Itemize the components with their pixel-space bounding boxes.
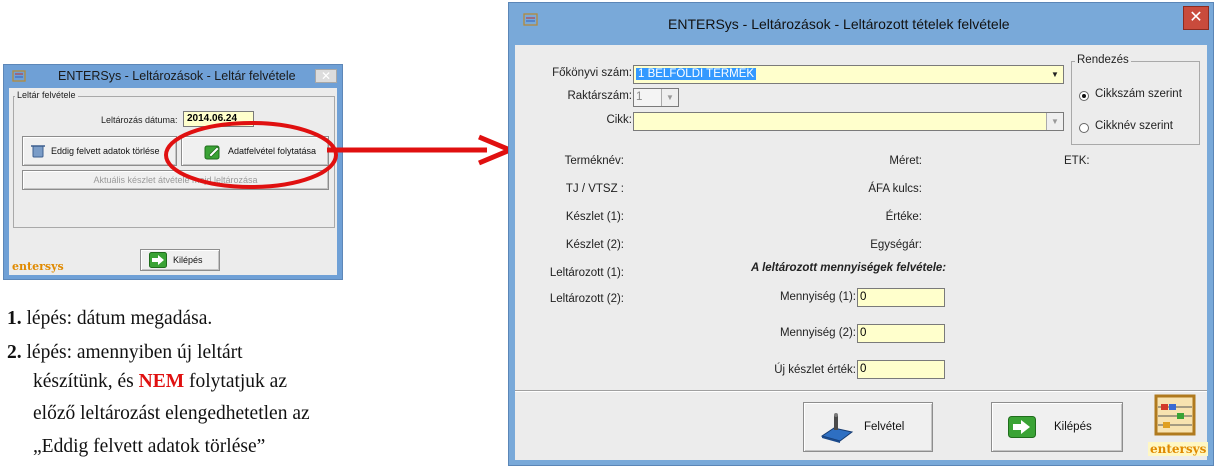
step-1-text: lépés: dátum megadása. [26,308,213,329]
window-client: Leltár felvétele Leltározás dátuma: 2014… [9,88,337,275]
arrow-right-icon [149,252,167,268]
info-keszlet1-label: Készlet (1): [565,211,624,223]
date-field[interactable]: 2014.06.24 [183,111,254,127]
step-2: 2. lépés: amennyiben új leltárt [7,339,243,367]
date-label: Leltározás dátuma: [101,115,178,125]
red-arrow-head [478,134,517,166]
chevron-down-icon[interactable]: ▼ [1047,66,1063,83]
sort-group-label: Rendezés [1075,54,1131,66]
step-2-number: 2. [7,342,22,363]
continue-button[interactable]: Adatfelvétel folytatása [181,136,329,166]
close-button[interactable]: ✕ [315,69,337,83]
cikk-select[interactable]: ▼ [633,112,1064,131]
group-label: Leltár felvétele [15,90,78,100]
exit-label: Kilépés [173,255,203,265]
entry-heading: A leltározott mennyiségek felvétele: [751,262,947,274]
step-2-line-2: készítünk, és NEM folytatjuk az [33,368,287,396]
window-title: ENTERSys - Leltározások - Leltározott té… [668,16,1010,32]
fokonyvi-select[interactable]: 1 BELFÖLDI TERMÉK ▼ [633,65,1064,84]
new-value-input[interactable]: 0 [857,360,945,379]
delete-data-button[interactable]: Eddig felvett adatok törlése [22,136,177,166]
separator [515,390,1207,392]
qty2-label: Mennyiség (2): [779,327,856,339]
exit-button[interactable]: Kilépés [991,402,1123,452]
title-bar: ENTERSys - Leltározások - Leltár felvéte… [4,65,342,87]
exit-button[interactable]: Kilépés [140,249,220,271]
window-client: Főkönyvi szám: 1 BELFÖLDI TERMÉK ▼ Raktá… [515,45,1209,460]
info-etk-label: ETK: [1064,155,1090,167]
close-button[interactable]: ✕ [1183,6,1209,30]
raktar-select[interactable]: 1 ▼ [633,88,679,107]
info-termeknev-label: Terméknév: [564,155,624,167]
qty1-label: Mennyiség (1): [779,291,856,303]
app-icon [12,70,26,82]
delete-icon [31,145,45,158]
window-title: ENTERSys - Leltározások - Leltár felvéte… [58,69,296,83]
save-button[interactable]: Felvétel [803,402,933,452]
brand-logo: entersys [1148,442,1209,456]
step-1: 1. lépés: dátum megadása. [7,305,212,333]
brand-logo: entersys [12,260,64,273]
step-2-line-2-post: folytatjuk az [184,371,287,392]
step-2-line-4: „Eddig felvett adatok törlése” [33,436,266,457]
qty2-input[interactable]: 0 [857,324,945,343]
delete-label: Eddig felvett adatok törlése [51,146,160,156]
step-2-emphasis: NEM [138,371,185,392]
leltar-felvetele-window: ENTERSys - Leltározások - Leltár felvéte… [3,64,343,280]
sort-radio-cikknev[interactable] [1079,123,1089,133]
info-erteke-label: Értéke: [885,211,922,223]
sort-group [1071,61,1200,145]
raktar-value: 1 [636,91,643,103]
abacus-logo-icon [1154,394,1196,436]
app-icon [523,13,538,26]
new-value-label: Új készlet érték: [774,364,856,376]
sort-option-cikknev: Cikknév szerint [1095,120,1173,132]
save-label: Felvétel [864,421,905,433]
edit-icon [204,145,220,160]
leltarozott-tetelek-window: ENTERSys - Leltározások - Leltározott té… [508,2,1214,466]
info-meret-label: Méret: [889,155,922,167]
info-egysegar-label: Egységár: [870,239,922,251]
info-leltarozott1-label: Leltározott (1): [549,267,624,279]
fokonyvi-label: Főkönyvi szám: [552,67,632,79]
info-leltarozott2-label: Leltározott (2): [549,293,624,305]
info-afa-label: ÁFA kulcs: [868,183,922,195]
fokonyvi-value: 1 BELFÖLDI TERMÉK [636,68,757,80]
qty1-input[interactable]: 0 [857,288,945,307]
sort-option-cikkszam: Cikkszám szerint [1095,88,1182,100]
raktar-label: Raktárszám: [567,90,632,102]
exit-label: Kilépés [1054,421,1092,433]
stock-transfer-button[interactable]: Aktuális készlet átvétele majd leltározá… [22,170,329,190]
step-2-line-3: előző leltározást elengedhetetlen az [33,403,310,424]
scanner-icon [820,413,854,443]
cikk-label: Cikk: [606,114,632,126]
sort-radio-cikkszam[interactable] [1079,91,1089,101]
step-2-line-1: lépés: amennyiben új leltárt [26,342,243,363]
step-1-number: 1. [7,308,22,329]
info-tj-vtsz-label: TJ / VTSZ : [565,183,624,195]
step-2-line-2-pre: készítünk, és [33,371,139,392]
info-keszlet2-label: Készlet (2): [565,239,624,251]
chevron-down-icon[interactable]: ▼ [661,89,678,106]
arrow-right-icon [1008,416,1036,438]
chevron-down-icon[interactable]: ▼ [1046,113,1063,130]
continue-label: Adatfelvétel folytatása [228,146,317,156]
